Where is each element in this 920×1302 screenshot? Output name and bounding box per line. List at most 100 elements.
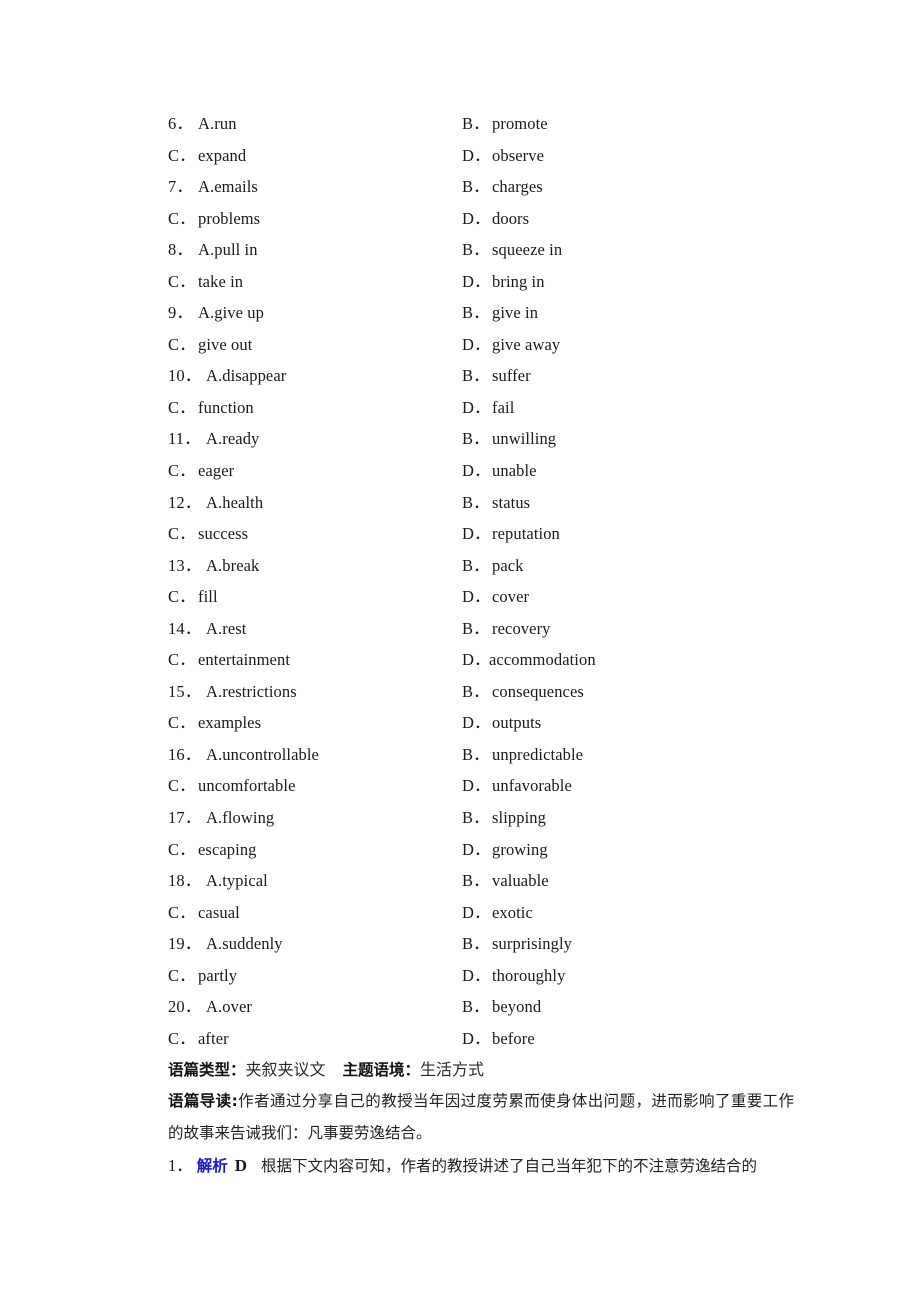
- option-row: 18． A.typical B． valuable: [168, 865, 808, 897]
- option-c-cell: C． success: [168, 518, 248, 550]
- option-b-cell: B． give in: [462, 297, 538, 329]
- option-c-cell: C． partly: [168, 960, 237, 992]
- question-number: 18．: [168, 871, 202, 891]
- question-number: 6．: [168, 114, 193, 133]
- option-c-cell: C． examples: [168, 707, 261, 739]
- option-a-cell: 6． A.run: [168, 108, 237, 140]
- option-c-label: C．: [168, 650, 196, 670]
- option-row: C． entertainment D．accommodation: [168, 644, 808, 676]
- option-c-cell: C． function: [168, 392, 254, 424]
- option-d-label: D．: [462, 145, 491, 165]
- option-a-cell: 8． A.pull in: [168, 234, 258, 266]
- analysis-label: 解析: [196, 1157, 228, 1175]
- option-c-label: C．: [168, 145, 196, 165]
- question-number: 19．: [168, 934, 202, 954]
- option-b-cell: B． valuable: [462, 865, 549, 897]
- option-b-label: B．: [462, 366, 490, 386]
- question-number: 16．: [168, 744, 202, 764]
- option-c-cell: C． escaping: [168, 834, 257, 866]
- option-d-text: growing: [492, 839, 548, 859]
- option-row: C． eager D．unable: [168, 455, 808, 487]
- document-page: 6． A.run B． promote C． expand D．observe 7． A…: [0, 0, 920, 1302]
- option-b-label: B．: [462, 618, 490, 638]
- option-b-label: B．: [462, 681, 490, 701]
- option-row: 8． A.pull in B． squeeze in: [168, 234, 808, 266]
- option-row: 14． A.rest B． recovery: [168, 613, 808, 645]
- option-a-cell: 15． A.restrictions: [168, 676, 297, 708]
- option-d-label: D．: [462, 397, 491, 417]
- genre-label: 语篇类型：: [168, 1061, 246, 1079]
- option-c-label: C．: [168, 839, 196, 859]
- option-d-cell: D．observe: [462, 140, 544, 172]
- option-d-text: thoroughly: [492, 965, 566, 985]
- option-a-label: A.: [206, 681, 223, 701]
- question-number: 15．: [168, 681, 202, 701]
- option-d-text: before: [492, 1028, 535, 1048]
- option-d-label: D．: [462, 650, 491, 670]
- option-a-text: emails: [214, 177, 258, 197]
- option-a-text: rest: [222, 618, 247, 638]
- option-d-label: D．: [462, 776, 491, 796]
- passage-meta: 语篇类型：夹叙夹议文 主题语境：生活方式: [168, 1055, 808, 1087]
- option-b-text: valuable: [492, 871, 549, 891]
- option-c-text: eager: [198, 461, 235, 481]
- topic-label: 主题语境：: [342, 1061, 421, 1079]
- option-a-label: A.: [206, 808, 223, 828]
- answer-letter: D: [234, 1156, 248, 1175]
- option-a-cell: 14． A.rest: [168, 613, 246, 645]
- option-d-cell: D．accommodation: [462, 644, 596, 676]
- option-c-cell: C． casual: [168, 897, 240, 929]
- option-d-cell: D．fail: [462, 392, 514, 424]
- option-d-cell: D．reputation: [462, 518, 560, 550]
- option-b-text: beyond: [492, 997, 542, 1017]
- question-number: 11．: [168, 429, 201, 449]
- option-c-text: entertainment: [198, 650, 291, 670]
- option-b-text: promote: [492, 114, 548, 133]
- question-number: 10．: [168, 366, 202, 386]
- question-number: 12．: [168, 492, 202, 512]
- option-row: 10． A.disappear B． suffer: [168, 360, 808, 392]
- option-c-text: examples: [198, 713, 262, 733]
- option-b-text: surprisingly: [492, 934, 573, 954]
- answer-explanation-text: 根据下文内容可知，作者的教授讲述了自己当年犯下的不注意劳逸结合的: [261, 1157, 758, 1175]
- option-row: 13． A.break B． pack: [168, 550, 808, 582]
- option-d-cell: D．growing: [462, 834, 548, 866]
- option-d-cell: D．bring in: [462, 266, 545, 298]
- option-c-text: after: [198, 1028, 229, 1048]
- option-c-text: function: [198, 397, 254, 417]
- option-a-text: break: [222, 555, 260, 575]
- option-a-cell: 7． A.emails: [168, 171, 258, 203]
- option-a-text: typical: [222, 871, 268, 891]
- option-b-label: B．: [462, 934, 490, 954]
- option-c-label: C．: [168, 524, 196, 544]
- option-b-label: B．: [462, 997, 490, 1017]
- answer-number: 1．: [168, 1156, 193, 1175]
- option-a-cell: 19． A.suddenly: [168, 928, 283, 960]
- option-a-text: pull in: [214, 240, 258, 260]
- option-c-label: C．: [168, 271, 196, 291]
- option-b-cell: B． charges: [462, 171, 543, 203]
- option-d-cell: D．doors: [462, 203, 529, 235]
- option-c-label: C．: [168, 776, 196, 796]
- option-b-text: give in: [492, 303, 539, 323]
- option-row: C． fill D．cover: [168, 581, 808, 613]
- option-c-label: C．: [168, 334, 196, 354]
- option-a-label: A.: [198, 177, 215, 197]
- option-a-text: run: [214, 114, 237, 133]
- option-b-cell: B． unwilling: [462, 423, 556, 455]
- option-d-text: fail: [492, 397, 515, 417]
- option-b-label: B．: [462, 492, 490, 512]
- question-number: 14．: [168, 618, 202, 638]
- option-a-cell: 10． A.disappear: [168, 360, 286, 392]
- option-c-cell: C． after: [168, 1023, 229, 1055]
- option-b-cell: B． beyond: [462, 991, 541, 1023]
- options-list: 6． A.run B． promote C． expand D．observe 7． A…: [168, 108, 808, 1054]
- option-c-cell: C． give out: [168, 329, 252, 361]
- option-c-text: problems: [198, 208, 261, 228]
- option-c-cell: C． fill: [168, 581, 218, 613]
- option-c-label: C．: [168, 397, 196, 417]
- option-a-text: ready: [222, 429, 260, 449]
- option-d-text: observe: [492, 145, 545, 165]
- option-b-text: status: [492, 492, 531, 512]
- option-b-label: B．: [462, 240, 490, 260]
